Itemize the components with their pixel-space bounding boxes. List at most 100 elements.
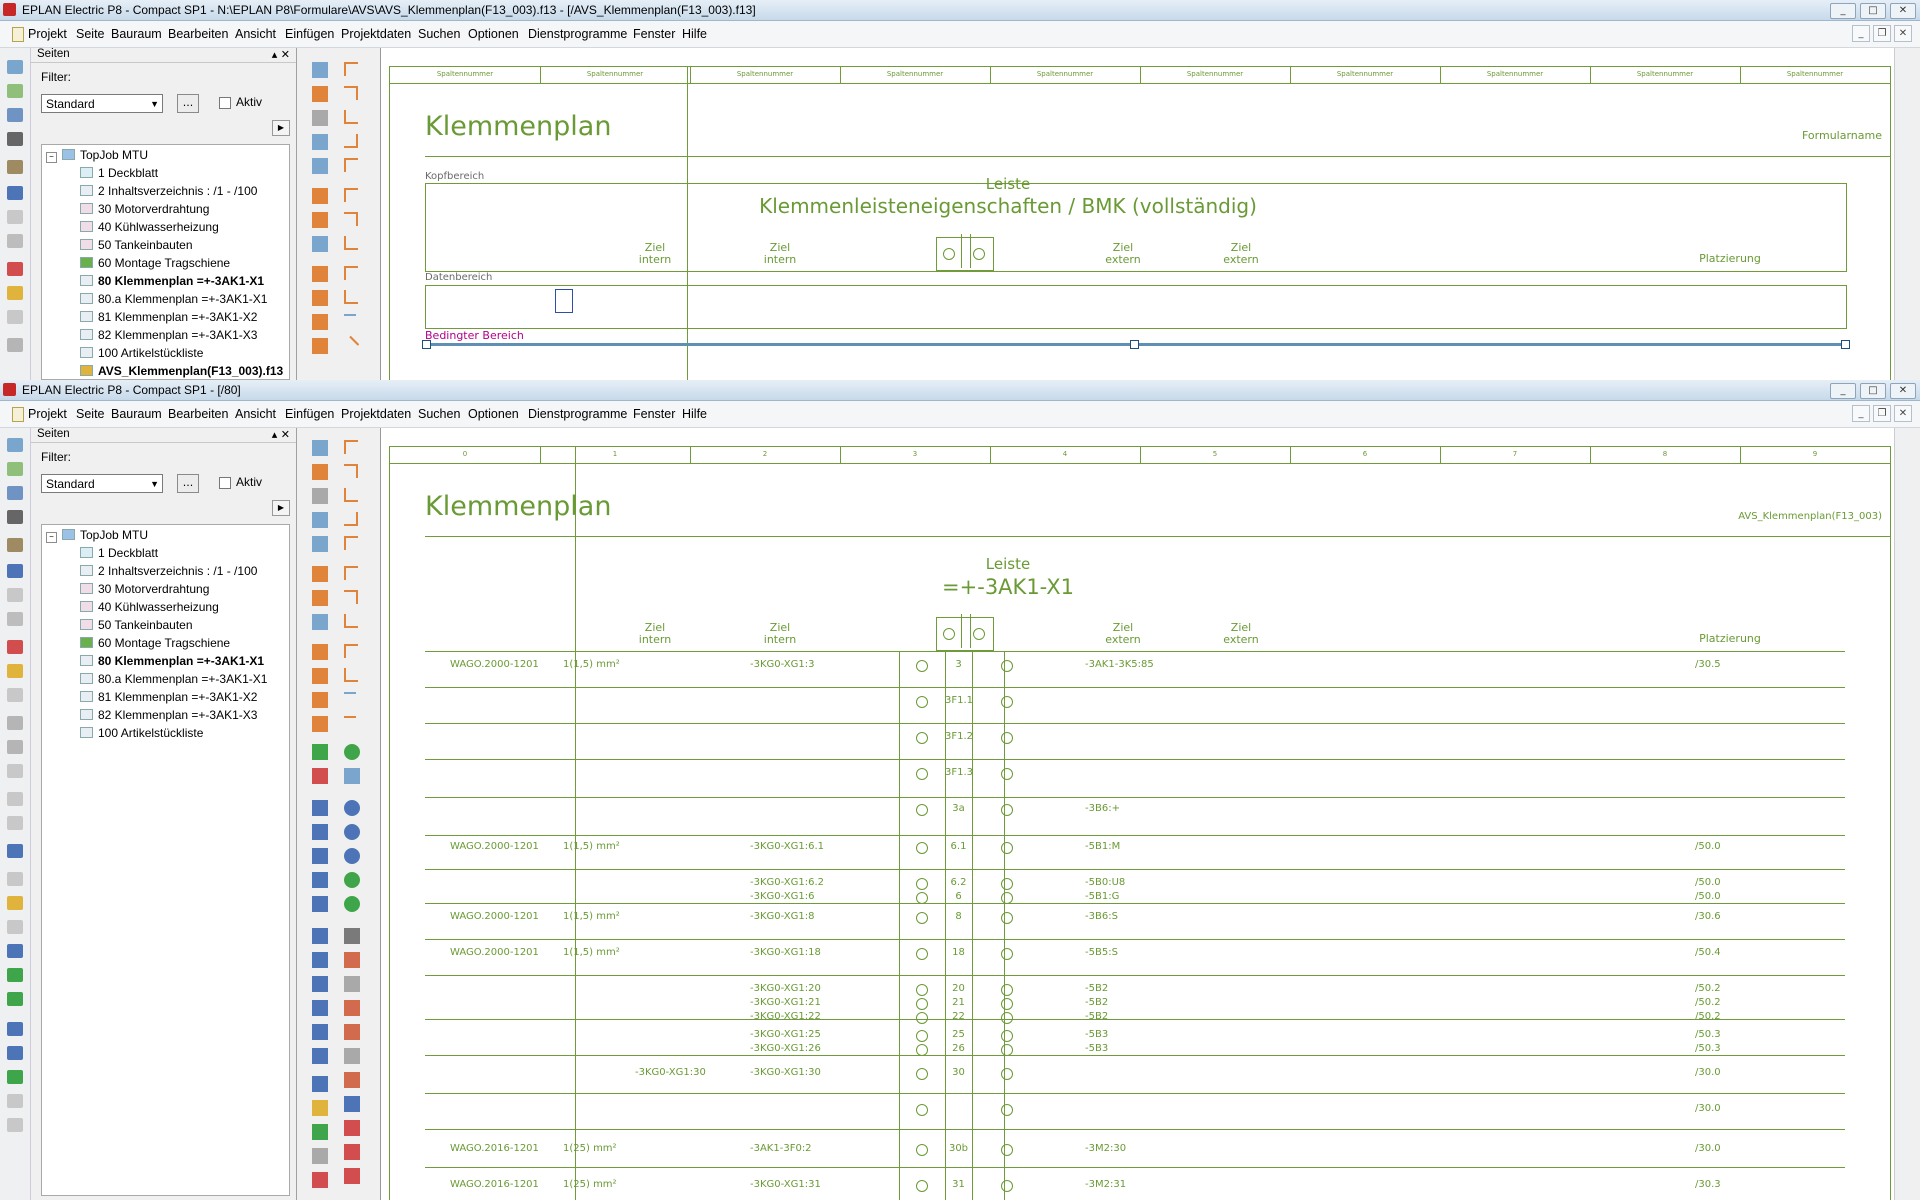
hatch-icon[interactable] — [312, 1124, 328, 1140]
tree-item-page[interactable]: 2 Inhaltsverzeichnis : /1 - /100 — [80, 182, 257, 200]
print-icon[interactable] — [7, 132, 23, 146]
minimize-button[interactable]: _ — [1830, 3, 1856, 19]
filter-select[interactable]: Standard ▼ — [41, 474, 163, 493]
graphic-editor-icon[interactable] — [7, 844, 23, 858]
aktiv-checkbox[interactable] — [219, 97, 231, 109]
undo-icon[interactable] — [7, 716, 23, 730]
tree-item-page[interactable]: 30 Motorverdrahtung — [80, 580, 209, 598]
text-icon[interactable] — [312, 1100, 328, 1116]
go-back-icon[interactable] — [344, 872, 360, 888]
tree-item-form[interactable]: AVS_Klemmenplan(F13_003).f13 — [80, 362, 283, 379]
link-icon[interactable] — [7, 564, 23, 578]
potential-icon[interactable] — [312, 590, 328, 606]
tree-item-page[interactable]: 80 Klemmenplan =+-3AK1-X1 — [80, 272, 264, 290]
print-preview-icon[interactable] — [344, 768, 360, 784]
copy-icon[interactable] — [7, 210, 23, 224]
tree-item-page[interactable]: 40 Kühlwasserheizung — [80, 218, 219, 236]
angle-icon[interactable] — [344, 290, 358, 304]
parts-icon[interactable] — [7, 1022, 23, 1036]
cable-icon[interactable] — [312, 536, 328, 552]
cable-icon[interactable] — [312, 158, 328, 174]
angle-icon[interactable] — [344, 668, 358, 682]
link-icon[interactable] — [7, 186, 23, 200]
menu-ansicht[interactable]: Ansicht — [235, 407, 276, 421]
vertical-scrollbar[interactable] — [1894, 428, 1912, 1200]
puzzle-icon[interactable] — [7, 1070, 23, 1084]
corner-top-left-icon[interactable] — [344, 62, 358, 76]
forward-icon[interactable] — [7, 992, 23, 1006]
polyline-icon[interactable] — [312, 824, 328, 840]
circle-icon[interactable] — [312, 928, 328, 944]
interruption-icon[interactable] — [312, 644, 328, 660]
delete-icon[interactable] — [7, 640, 23, 654]
magnet-alt-icon[interactable] — [344, 1144, 360, 1160]
filter-more-button[interactable]: ... — [177, 474, 199, 493]
page-icon[interactable] — [7, 872, 23, 886]
new-project-icon[interactable] — [7, 60, 23, 74]
parts-list-icon[interactable] — [7, 1046, 23, 1060]
menu-dienstprogramme[interactable]: Dienstprogramme — [528, 27, 627, 41]
cross-icon[interactable] — [344, 644, 358, 658]
ellipse-icon[interactable] — [312, 1048, 328, 1064]
arc-3point-icon[interactable] — [312, 1000, 328, 1016]
panel-nav-icon[interactable]: ▶ — [272, 120, 290, 136]
cross-icon[interactable] — [344, 266, 358, 280]
grip-handle[interactable] — [1841, 340, 1850, 349]
connector-icon[interactable] — [312, 86, 328, 102]
settings-icon[interactable] — [7, 538, 23, 552]
tree-item-page[interactable]: 1 Deckblatt — [80, 544, 158, 562]
menu-suchen[interactable]: Suchen — [418, 27, 460, 41]
folder-icon[interactable] — [7, 896, 23, 910]
edit-icon[interactable] — [7, 286, 23, 300]
mdi-close-button[interactable]: ✕ — [1894, 405, 1912, 422]
tee-up-icon[interactable] — [344, 614, 358, 628]
corner-top-right-icon[interactable] — [344, 86, 358, 100]
menu-fenster[interactable]: Fenster — [633, 407, 675, 421]
go-forward-icon[interactable] — [344, 896, 360, 912]
menu-einfuegen[interactable]: Einfügen — [285, 407, 334, 421]
menu-projekt[interactable]: Projekt — [28, 27, 67, 41]
corner-bottom-right-icon[interactable] — [344, 512, 358, 526]
delete-icon[interactable] — [7, 262, 23, 276]
tee-icon[interactable] — [344, 536, 358, 550]
drawing-canvas[interactable]: Spaltennummer Spaltennummer Spaltennummer S… — [380, 48, 1896, 380]
tree-item-page[interactable]: 80.a Klemmenplan =+-3AK1-X1 — [80, 290, 267, 308]
image-icon[interactable] — [312, 1148, 328, 1164]
tree-item-page[interactable]: 100 Artikelstückliste — [80, 344, 203, 362]
drawing-canvas[interactable]: 0 1 2 3 4 5 6 7 8 9 Klemmenplan AVS_Klemmenplan(F… — [380, 428, 1896, 1200]
diagonal-icon[interactable] — [340, 335, 360, 355]
aktiv-checkbox[interactable] — [219, 477, 231, 489]
cross-reference-icon[interactable] — [312, 716, 328, 732]
line-icon[interactable] — [312, 800, 328, 816]
grip-handle[interactable] — [422, 340, 431, 349]
device-icon[interactable] — [312, 512, 328, 528]
mdi-minimize-button[interactable]: _ — [1852, 405, 1870, 422]
square-icon[interactable] — [344, 1096, 360, 1112]
wire-icon[interactable] — [312, 566, 328, 582]
ortho-icon[interactable] — [344, 1024, 360, 1040]
grip-handle[interactable] — [1130, 340, 1139, 349]
dimension-icon[interactable] — [312, 1076, 328, 1092]
input-box-icon[interactable] — [344, 1072, 360, 1088]
tree-item-page[interactable]: 60 Montage Tragschiene — [80, 634, 230, 652]
terminal-icon[interactable] — [312, 62, 328, 78]
corner-bottom-left-icon[interactable] — [344, 110, 358, 124]
shield-icon[interactable] — [312, 290, 328, 306]
report-icon[interactable] — [7, 920, 23, 934]
grid-view-icon[interactable] — [344, 1048, 360, 1064]
minimize-button[interactable]: _ — [1830, 383, 1856, 399]
maximize-button[interactable]: □ — [1860, 3, 1886, 19]
terminal-strip-icon[interactable] — [312, 744, 328, 760]
tee-right-icon[interactable] — [344, 590, 358, 604]
check-icon[interactable] — [7, 792, 23, 806]
tee-up-icon[interactable] — [344, 236, 358, 250]
menu-projekt[interactable]: Projekt — [28, 407, 67, 421]
tree-item-page[interactable]: 81 Klemmenplan =+-3AK1-X2 — [80, 688, 257, 706]
back-icon[interactable] — [7, 968, 23, 982]
tee-down-icon[interactable] — [344, 566, 358, 580]
menu-optionen[interactable]: Optionen — [468, 27, 519, 41]
menu-ansicht[interactable]: Ansicht — [235, 27, 276, 41]
grid-icon[interactable] — [344, 928, 360, 944]
tree-item-page[interactable]: 80 Klemmenplan =+-3AK1-X1 — [80, 652, 264, 670]
menu-seite[interactable]: Seite — [76, 407, 105, 421]
